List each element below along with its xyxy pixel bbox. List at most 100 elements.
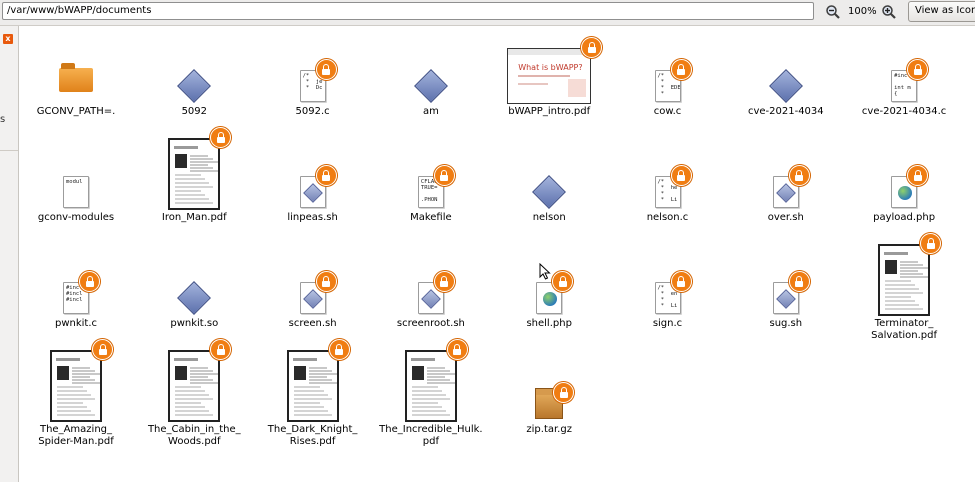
file-name-label: pwnkit.so [170, 318, 219, 329]
file-name-label: cow.c [653, 106, 682, 117]
pdf-thumbnail-icon [878, 233, 942, 316]
file-name-label: zip.tar.gz [526, 424, 572, 435]
shell-script-icon [772, 271, 810, 316]
pdf-thumbnail-icon [50, 339, 113, 422]
text-file-icon: #incl #incl #incl [63, 271, 100, 316]
file-name-label: linpeas.sh [287, 212, 338, 223]
file-item[interactable]: modul gconv-modules [17, 138, 135, 238]
zoom-in-icon[interactable] [880, 3, 898, 20]
lock-emblem-icon [581, 37, 603, 58]
executable-icon [177, 281, 212, 316]
file-name-label: Makefile [410, 212, 452, 223]
php-file-icon [536, 271, 574, 316]
executable-icon [177, 69, 212, 104]
lock-emblem-icon [315, 271, 337, 292]
close-icon[interactable]: x [3, 34, 13, 44]
file-item[interactable]: GCONV_PATH=. [17, 32, 135, 132]
file-item[interactable]: screen.sh [254, 244, 372, 344]
file-name-label: gconv-modules [37, 212, 115, 223]
file-item[interactable]: The_Cabin_in_the_ Woods.pdf [135, 339, 253, 450]
text-file-icon: /* * he * * Li [654, 165, 692, 210]
file-name-label: nelson.c [646, 212, 689, 223]
file-item[interactable]: /* * en * * Li sign.c [609, 244, 727, 344]
file-name-label: shell.php [526, 318, 572, 329]
location-input[interactable]: /var/www/bWAPP/documents [2, 2, 814, 20]
file-item[interactable]: CFLAG TRUE= .PHON Makefile [372, 138, 490, 238]
file-name-label: screen.sh [288, 318, 337, 329]
file-name-label: Terminator_ Salvation.pdf [871, 318, 938, 341]
side-pane-text: s [0, 114, 6, 125]
lock-emblem-icon [210, 127, 232, 148]
lock-emblem-icon [433, 271, 455, 292]
file-item[interactable]: Iron_Man.pdf [135, 127, 253, 238]
file-item[interactable]: over.sh [727, 138, 845, 238]
file-item[interactable]: sug.sh [727, 244, 845, 344]
file-name-label: The_Amazing_ Spider-Man.pdf [38, 424, 114, 447]
pdf-thumbnail-icon [168, 339, 232, 422]
lock-emblem-icon [670, 59, 692, 80]
file-item[interactable]: 5092 [135, 32, 253, 132]
lock-emblem-icon [92, 339, 113, 360]
shell-script-icon [772, 165, 810, 210]
executable-icon [532, 175, 567, 210]
file-item[interactable]: /* * * EDE * cow.c [609, 32, 727, 132]
file-item[interactable]: zip.tar.gz [490, 350, 608, 450]
lock-emblem-icon [446, 339, 468, 360]
shell-script-icon [299, 165, 337, 210]
pdf-thumbnail-icon [286, 339, 350, 422]
lock-emblem-icon [210, 339, 232, 360]
file-name-label: sign.c [652, 318, 683, 329]
text-file-icon: /* * en * * Li [654, 271, 692, 316]
file-name-label: 5092 [181, 106, 208, 117]
lock-emblem-icon [79, 271, 100, 292]
file-item[interactable]: am [372, 32, 490, 132]
lock-emblem-icon [315, 165, 337, 186]
file-item[interactable]: The_Dark_Knight_ Rises.pdf [254, 339, 372, 450]
text-file-icon: CFLAG TRUE= .PHON [417, 165, 455, 210]
file-item[interactable]: The_Amazing_ Spider-Man.pdf [17, 339, 135, 450]
file-name-label: payload.php [873, 212, 936, 223]
view-as-icons-button[interactable]: View as Icons [908, 1, 975, 22]
text-file-icon: #incl int m { [891, 59, 929, 104]
file-name-label: pwnkit.c [54, 318, 98, 329]
executable-icon [413, 69, 448, 104]
file-item[interactable]: /* * je * Dc 5092.c [254, 32, 372, 132]
file-item[interactable]: linpeas.sh [254, 138, 372, 238]
lock-emblem-icon [788, 165, 810, 186]
lock-emblem-icon [907, 165, 929, 186]
file-item[interactable]: cve-2021-4034 [727, 32, 845, 132]
mouse-cursor-icon [539, 263, 551, 280]
lock-emblem-icon [670, 165, 692, 186]
file-item[interactable]: /* * he * * Li nelson.c [609, 138, 727, 238]
file-item[interactable]: Terminator_ Salvation.pdf [845, 233, 963, 344]
file-item[interactable]: #incl int m {cve-2021-4034.c [845, 32, 963, 132]
zoom-out-icon[interactable] [824, 3, 842, 20]
executable-icon [768, 69, 803, 104]
file-item[interactable]: #incl #incl #incl pwnkit.c [17, 244, 135, 344]
file-item[interactable]: payload.php [845, 138, 963, 238]
file-item[interactable]: shell.php [490, 244, 608, 344]
file-name-label: bWAPP_intro.pdf [508, 106, 591, 117]
folder-icon [59, 63, 93, 104]
lock-emblem-icon [552, 271, 574, 292]
zoom-level-text: 100% [848, 6, 877, 17]
lock-emblem-icon [328, 339, 350, 360]
shell-script-icon [417, 271, 455, 316]
file-item[interactable]: What is bWAPP? bWAPP_intro.pdf [490, 32, 608, 132]
file-item[interactable]: The_Incredible_Hulk. pdf [372, 339, 490, 450]
file-name-label: The_Incredible_Hulk. pdf [379, 424, 483, 447]
file-name-label: Iron_Man.pdf [161, 212, 227, 223]
file-item[interactable]: nelson [490, 138, 608, 238]
lock-emblem-icon [920, 233, 942, 254]
file-item[interactable]: pwnkit.so [135, 244, 253, 344]
side-pane-divider [0, 150, 18, 151]
pdf-thumbnail-icon: What is bWAPP? [507, 37, 603, 104]
file-item[interactable]: screenroot.sh [372, 244, 490, 344]
location-toolbar: /var/www/bWAPP/documents 100% View as Ic… [0, 0, 975, 26]
shell-script-icon [299, 271, 337, 316]
file-name-label: GCONV_PATH=. [36, 106, 116, 117]
lock-emblem-icon [788, 271, 810, 292]
lock-emblem-icon [553, 382, 575, 403]
text-file-icon: /* * je * Dc [299, 59, 337, 104]
lock-emblem-icon [670, 271, 692, 292]
